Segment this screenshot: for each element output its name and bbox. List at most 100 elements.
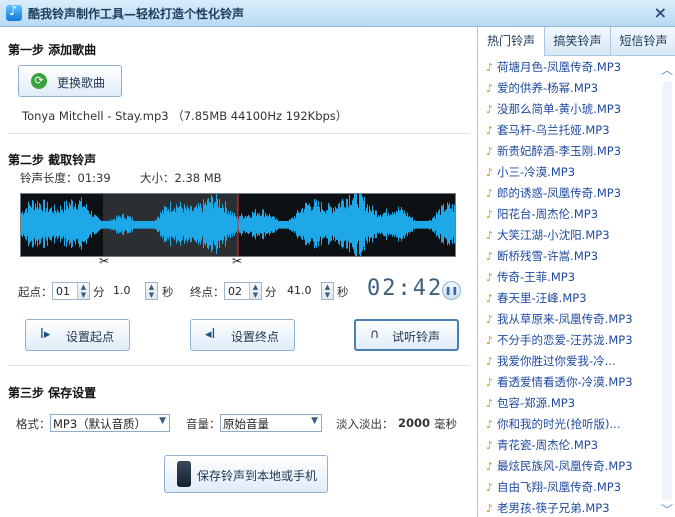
ringtone-title: 包容-郑源.MP3 xyxy=(497,396,576,410)
volume-select[interactable]: 原始音量 ▼ xyxy=(220,414,322,432)
waveform[interactable] xyxy=(20,193,456,257)
spinner-arrows-icon[interactable]: ▲ ▼ xyxy=(249,283,261,299)
set-end-label: 设置终点 xyxy=(231,330,280,344)
start-min-spinner[interactable]: 01 ▲ ▼ xyxy=(52,282,90,300)
spinner-arrows-icon[interactable]: ▲ ▼ xyxy=(321,282,334,300)
format-select[interactable]: MP3（默认音质） ▼ xyxy=(50,414,170,432)
music-note-icon: ♪ xyxy=(486,208,494,221)
ringtone-item[interactable]: ♪ 老男孩-筷子兄弟.MP3 xyxy=(486,498,658,517)
start-min-value: 01 xyxy=(56,285,70,298)
main-panel: 第一步 添加歌曲 ⟳ 更换歌曲 Tonya Mitchell - Stay.mp… xyxy=(0,27,476,517)
preview-button[interactable]: ∩ 试听铃声 xyxy=(354,319,459,351)
ringtone-item[interactable]: ♪ 我爱你胜过你爱我-冷... xyxy=(486,351,658,372)
tab-hot[interactable]: 热门铃声 xyxy=(478,27,545,56)
ringtone-item[interactable]: ♪ 包容-郑源.MP3 xyxy=(486,393,658,414)
change-song-label: 更换歌曲 xyxy=(57,76,106,90)
start-sec-value: 1.0 xyxy=(113,284,131,297)
music-note-icon: ♪ xyxy=(486,166,494,179)
save-ringtone-label: 保存铃声到本地或手机 xyxy=(197,469,318,483)
ringtone-item[interactable]: ♪ 套马杆-乌兰托娅.MP3 xyxy=(486,120,658,141)
ringtone-item[interactable]: ♪ 最炫民族风-凤凰传奇.MP3 xyxy=(486,456,658,477)
ringtone-item[interactable]: ♪ 看透爱情看透你-冷漠.MP3 xyxy=(486,372,658,393)
fade-unit: 毫秒 xyxy=(434,417,457,431)
scroll-track[interactable] xyxy=(662,81,672,501)
ringtone-item[interactable]: ♪ 没那么简单-黄小琥.MP3 xyxy=(486,99,658,120)
end-handle-icon[interactable]: ✂ xyxy=(232,254,242,268)
music-note-icon: ♪ xyxy=(486,439,494,452)
sec-unit: 秒 xyxy=(337,285,349,299)
tab-funny[interactable]: 搞笑铃声 xyxy=(545,27,611,55)
fade-value[interactable]: 2000 xyxy=(398,416,430,430)
ringtone-item[interactable]: ♪ 春天里-汪峰.MP3 xyxy=(486,288,658,309)
min-unit: 分 xyxy=(265,285,277,299)
ringtone-item[interactable]: ♪ 大笑江湖-小沈阳.MP3 xyxy=(486,225,658,246)
music-note-icon: ♪ xyxy=(486,292,494,305)
ringtone-item[interactable]: ♪ 阳花台-周杰伦.MP3 xyxy=(486,204,658,225)
ringtone-item[interactable]: ♪ 传奇-王菲.MP3 xyxy=(486,267,658,288)
ringtone-size: 大小：2.38 MB xyxy=(140,171,222,185)
end-min-value: 02 xyxy=(228,285,242,298)
ringtone-item[interactable]: ♪ 我从草原来-凤凰传奇.MP3 xyxy=(486,309,658,330)
chevron-down-icon[interactable]: ﹀ xyxy=(660,503,674,517)
set-start-button[interactable]: I▸ 设置起点 xyxy=(25,319,130,351)
ringtone-title: 不分手的恋爱-汪苏泷.MP3 xyxy=(497,333,633,347)
ringtone-item[interactable]: ♪ 自由飞翔-凤凰传奇.MP3 xyxy=(486,477,658,498)
ringtone-title: 爱的供养-杨幂.MP3 xyxy=(497,81,599,95)
ringtone-title: 看透爱情看透你-冷漠.MP3 xyxy=(497,375,633,389)
sec-unit: 秒 xyxy=(162,285,174,299)
ringtone-title: 阳花台-周杰伦.MP3 xyxy=(497,207,599,221)
phone-icon xyxy=(177,461,191,487)
window-title: 酷我铃声制作工具—轻松打造个性化铃声 xyxy=(28,7,245,21)
app-logo-icon xyxy=(6,4,22,21)
music-note-icon: ♪ xyxy=(486,502,494,515)
ringtone-title: 大笑江湖-小沈阳.MP3 xyxy=(497,228,610,242)
scrollbar[interactable]: ︿ ﹀ xyxy=(659,59,675,517)
ringtone-title: 我从草原来-凤凰传奇.MP3 xyxy=(497,312,633,326)
close-icon[interactable]: × xyxy=(654,3,667,22)
ringtone-item[interactable]: ♪ 不分手的恋爱-汪苏泷.MP3 xyxy=(486,330,658,351)
spinner-arrows-icon[interactable]: ▲ ▼ xyxy=(145,282,158,300)
music-note-icon: ♪ xyxy=(486,145,494,158)
ringtone-item[interactable]: ♪ 你和我的时光(抢听版)... xyxy=(486,414,658,435)
start-sec-spinner[interactable]: 1.0 ▲ ▼ xyxy=(110,282,158,300)
spinner-arrows-icon[interactable]: ▲ ▼ xyxy=(77,283,89,299)
waveform-graph[interactable] xyxy=(21,194,455,256)
ringtone-title: 套马杆-乌兰托娅.MP3 xyxy=(497,123,610,137)
ringtone-list: ♪ 荷塘月色-凤凰传奇.MP3 ♪ 爱的供养-杨幂.MP3 ♪ 没那么简单-黄小琥.MP3… xyxy=(478,57,658,517)
chevron-down-icon[interactable]: ▼ xyxy=(159,416,166,426)
music-note-icon: ♪ xyxy=(486,271,494,284)
ringtone-item[interactable]: ♪ 郎的诱惑-凤凰传奇.MP3 xyxy=(486,183,658,204)
chevron-down-icon[interactable]: ▼ xyxy=(311,416,318,426)
ringtone-item[interactable]: ♪ 断桥残雪-许嵩.MP3 xyxy=(486,246,658,267)
end-label: 终点： xyxy=(190,285,225,299)
ringtone-item[interactable]: ♪ 爱的供养-杨幂.MP3 xyxy=(486,78,658,99)
volume-value: 原始音量 xyxy=(223,417,269,431)
min-unit: 分 xyxy=(93,285,105,299)
save-ringtone-button[interactable]: 保存铃声到本地或手机 xyxy=(164,455,328,493)
file-info: Tonya Mitchell - Stay.mp3 （7.85MB 44100H… xyxy=(22,109,348,123)
ringtone-item[interactable]: ♪ 青花瓷-周杰伦.MP3 xyxy=(486,435,658,456)
ringtone-item[interactable]: ♪ 小三-冷漠.MP3 xyxy=(486,162,658,183)
music-note-icon: ♪ xyxy=(486,313,494,326)
music-note-icon: ♪ xyxy=(486,481,494,494)
ringtone-item[interactable]: ♪ 新贵妃醉酒-李玉刚.MP3 xyxy=(486,141,658,162)
music-note-icon: ♪ xyxy=(486,187,494,200)
music-note-icon: ♪ xyxy=(486,229,494,242)
music-note-icon: ♪ xyxy=(486,355,494,368)
ringtone-title: 小三-冷漠.MP3 xyxy=(497,165,576,179)
set-end-button[interactable]: ◂I 设置终点 xyxy=(190,319,295,351)
ringtone-title: 荷塘月色-凤凰传奇.MP3 xyxy=(497,60,622,74)
step2-heading: 第二步 截取铃声 xyxy=(8,153,97,167)
ringtone-item[interactable]: ♪ 荷塘月色-凤凰传奇.MP3 xyxy=(486,57,658,78)
start-handle-icon[interactable]: ✂ xyxy=(99,254,109,268)
pause-icon[interactable]: ❚❚ xyxy=(442,281,461,300)
headphones-icon: ∩ xyxy=(370,327,380,342)
end-sec-value: 41.0 xyxy=(287,284,312,297)
preview-label: 试听铃声 xyxy=(392,330,441,344)
tab-sms[interactable]: 短信铃声 xyxy=(611,27,675,55)
chevron-up-icon[interactable]: ︿ xyxy=(660,63,674,77)
change-song-button[interactable]: ⟳ 更换歌曲 xyxy=(18,65,122,97)
ringtone-title: 你和我的时光(抢听版)... xyxy=(497,417,621,431)
end-min-spinner[interactable]: 02 ▲ ▼ xyxy=(224,282,262,300)
end-sec-spinner[interactable]: 41.0 ▲ ▼ xyxy=(284,282,334,300)
